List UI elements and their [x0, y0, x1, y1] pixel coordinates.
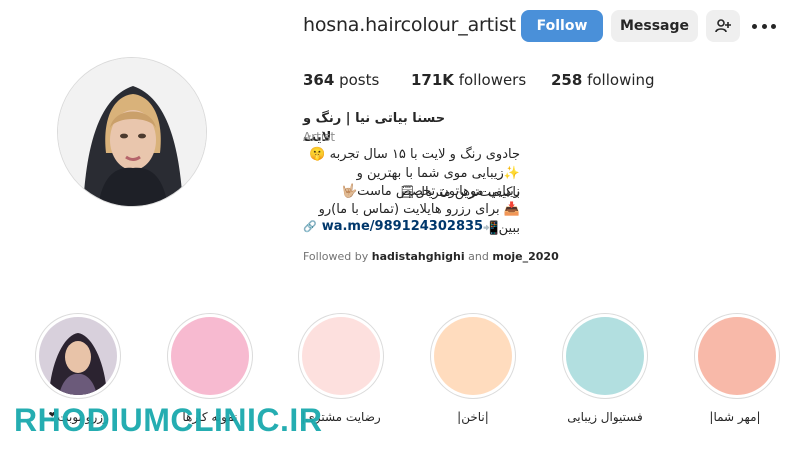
suggested-users-button[interactable]: [706, 10, 740, 42]
followers-count-label: followers: [458, 71, 527, 89]
highlight-label-4: |ناخن|: [457, 410, 489, 424]
posts-count: 364 posts: [303, 71, 379, 89]
story-highlight-5[interactable]: [562, 313, 648, 399]
add-user-icon: [715, 19, 731, 33]
highlight-cover-1: [39, 317, 117, 395]
following-count[interactable]: 258 following: [551, 71, 655, 89]
followed-by-prefix: Followed by: [303, 250, 369, 263]
highlight-cover-6: [698, 317, 776, 395]
bio-line-1: جادوی رنگ و لایت با ۱۵ سال تجربه 🤫: [309, 147, 520, 162]
following-count-label: following: [587, 71, 655, 89]
followed-by-conj: and: [468, 250, 489, 263]
profile-avatar[interactable]: [57, 57, 207, 207]
bio-line-3: زیبایی موهاتون تخصص ماست🤟🏼: [341, 184, 520, 199]
watermark-text: RHODIUMCLINIC.IR: [14, 402, 323, 438]
link-icon: 🔗: [303, 220, 317, 233]
story-highlight-3[interactable]: [298, 313, 384, 399]
highlight-cover-4: [434, 317, 512, 395]
bio-link[interactable]: 🔗 wa.me/989124302835: [303, 217, 563, 236]
followers-count[interactable]: 171K followers: [411, 71, 526, 89]
story-highlight-1[interactable]: [35, 313, 121, 399]
followed-by-user-1[interactable]: hadistahghighi: [372, 250, 465, 263]
follow-button[interactable]: Follow: [521, 10, 603, 42]
highlight-cover-2: [171, 317, 249, 395]
followers-count-value: 171K: [411, 71, 454, 89]
highlight-label-6: |مهر شما|: [709, 410, 761, 424]
followed-by-user-2[interactable]: moje_2020: [492, 250, 558, 263]
bio-link-text[interactable]: wa.me/989124302835: [322, 217, 483, 236]
highlight-cover-3: [302, 317, 380, 395]
message-button[interactable]: Message: [611, 10, 698, 42]
profile-username: hosna.haircolour_artist: [303, 14, 516, 36]
story-highlight-4[interactable]: [430, 313, 516, 399]
story-highlight-2[interactable]: [167, 313, 253, 399]
posts-count-value: 364: [303, 71, 335, 89]
highlight-label-5: فستیوال زیبایی: [567, 410, 643, 424]
story-highlight-6[interactable]: [694, 313, 780, 399]
highlight-cover-5: [566, 317, 644, 395]
avatar-image: [58, 58, 206, 206]
following-count-value: 258: [551, 71, 583, 89]
followed-by-text[interactable]: Followed by hadistahghighi and moje_2020: [303, 250, 559, 263]
posts-count-label: posts: [339, 71, 380, 89]
more-options-icon[interactable]: [752, 17, 776, 35]
